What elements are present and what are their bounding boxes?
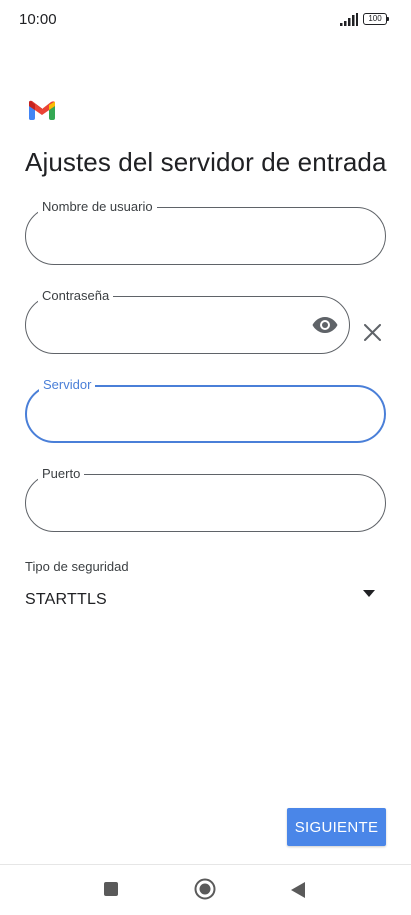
username-input[interactable] — [44, 224, 335, 250]
server-input[interactable] — [45, 403, 334, 429]
battery-icon: 100 — [363, 13, 389, 25]
status-bar: 10:00 100 — [0, 0, 411, 40]
username-label: Nombre de usuario — [38, 199, 157, 215]
signal-icon — [340, 13, 358, 26]
next-button[interactable]: SIGUIENTE — [287, 808, 386, 846]
password-field[interactable]: Contraseña — [25, 288, 350, 354]
security-type-value: STARTTLS — [25, 591, 107, 608]
recent-apps-icon[interactable] — [104, 882, 118, 896]
security-type-label: Tipo de seguridad — [25, 559, 129, 574]
username-field[interactable]: Nombre de usuario — [25, 199, 386, 265]
port-label: Puerto — [38, 466, 85, 482]
home-icon[interactable] — [194, 878, 216, 900]
server-label: Servidor — [39, 377, 96, 393]
dropdown-arrow-icon — [363, 590, 375, 597]
port-field[interactable]: Puerto — [25, 466, 386, 532]
gmail-logo-icon — [29, 100, 55, 120]
port-input[interactable] — [44, 491, 335, 517]
server-field[interactable]: Servidor — [25, 377, 386, 443]
visibility-eye-icon[interactable] — [312, 316, 338, 334]
status-time: 10:00 — [19, 11, 57, 28]
battery-level: 100 — [368, 14, 382, 23]
security-type-select[interactable]: STARTTLS — [25, 587, 383, 615]
navigation-bar — [0, 864, 411, 915]
back-icon[interactable] — [290, 881, 306, 899]
password-input[interactable] — [44, 313, 299, 339]
page-title: Ajustes del servidor de entrada — [25, 147, 387, 177]
password-label: Contraseña — [38, 288, 114, 304]
close-icon[interactable] — [364, 324, 381, 341]
